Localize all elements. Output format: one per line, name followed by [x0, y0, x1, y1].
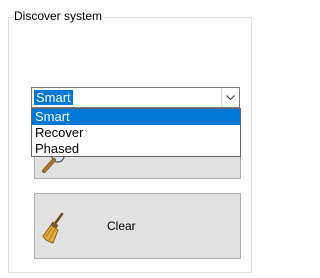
dropdown-option-phased[interactable]: Phased — [32, 141, 240, 157]
mode-combobox[interactable]: Smart — [31, 87, 240, 108]
dropdown-option-smart[interactable]: Smart — [32, 109, 240, 125]
mode-dropdown-list: Smart Recover Phased — [31, 108, 241, 157]
chevron-down-icon[interactable] — [221, 88, 239, 107]
broom-icon — [41, 212, 67, 249]
combobox-selected-value: Smart — [34, 90, 73, 105]
dropdown-option-recover[interactable]: Recover — [32, 125, 240, 141]
clear-button[interactable]: Clear — [34, 193, 241, 259]
groupbox-title: Discover system — [14, 9, 105, 24]
clear-button-label: Clear — [107, 219, 136, 233]
